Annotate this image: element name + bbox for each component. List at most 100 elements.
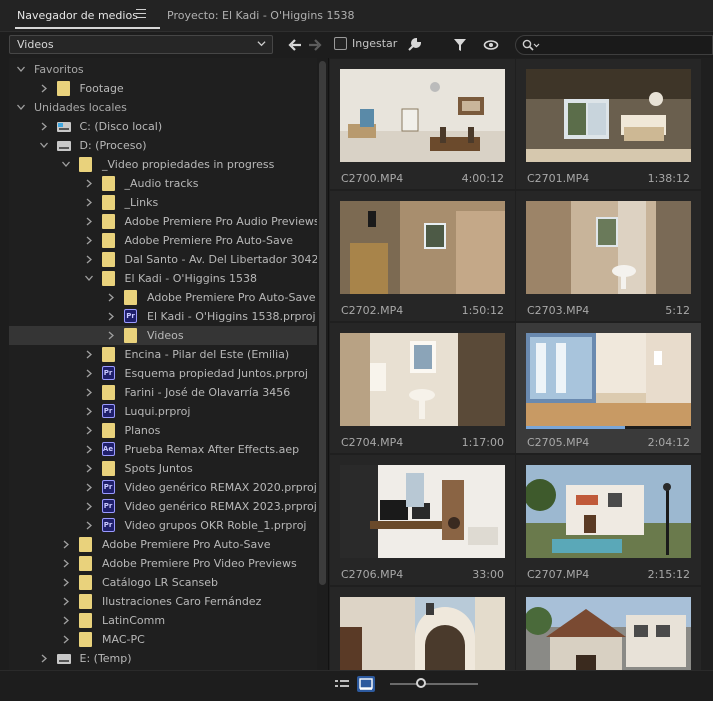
- clip-thumbnail-card[interactable]: C2707.MP4 2:15:12: [516, 455, 701, 585]
- chevron-right-icon[interactable]: [62, 597, 70, 606]
- chevron-right-icon[interactable]: [85, 426, 93, 435]
- tree-item[interactable]: Spots Juntos: [9, 459, 317, 478]
- tree-item[interactable]: MAC-PC: [9, 630, 317, 649]
- forward-arrow-icon[interactable]: [307, 37, 323, 53]
- clip-thumbnail-image: [526, 69, 691, 162]
- tree-item[interactable]: _Audio tracks: [9, 174, 317, 193]
- zoom-slider-track[interactable]: [390, 683, 478, 685]
- tree-item[interactable]: Videos: [9, 326, 317, 345]
- tree-item-label: Encina - Pilar del Este (Emilia): [124, 348, 290, 361]
- tree-item[interactable]: Planos: [9, 421, 317, 440]
- tree-scrollbar[interactable]: [317, 58, 328, 670]
- tree-item[interactable]: Ae Prueba Remax After Effects.aep: [9, 440, 317, 459]
- tree-item[interactable]: Adobe Premiere Pro Auto-Save: [9, 535, 317, 554]
- chevron-right-icon[interactable]: [85, 369, 93, 378]
- tree-item[interactable]: LatinComm: [9, 611, 317, 630]
- chevron-right-icon[interactable]: [62, 540, 70, 549]
- tree-item[interactable]: Catálogo LR Scanseb: [9, 573, 317, 592]
- chevron-right-icon[interactable]: [85, 217, 93, 226]
- tree-item[interactable]: Unidades locales: [9, 98, 317, 117]
- tree-item[interactable]: Pr Video grupos OKR Roble_1.prproj: [9, 516, 317, 535]
- search-input[interactable]: [546, 38, 706, 52]
- tree-item[interactable]: Pr Esquema propiedad Juntos.prproj: [9, 364, 317, 383]
- tree-item[interactable]: Ilustraciones Caro Fernández: [9, 592, 317, 611]
- tree-item[interactable]: Pr Video genérico REMAX 2023.prproj: [9, 497, 317, 516]
- tree-item[interactable]: Adobe Premiere Pro Auto-Save: [9, 231, 317, 250]
- chevron-right-icon[interactable]: [85, 521, 93, 530]
- chevron-right-icon[interactable]: [40, 122, 48, 131]
- chevron-right-icon[interactable]: [85, 179, 93, 188]
- tree-item[interactable]: D: (Proceso): [9, 136, 317, 155]
- clip-thumbnail-card[interactable]: C2705.MP4 2:04:12: [516, 323, 701, 453]
- list-view-icon[interactable]: [333, 676, 351, 692]
- folder-icon: [101, 423, 116, 438]
- clip-thumbnail-card[interactable]: C2700.MP4 4:00:12: [330, 59, 515, 189]
- tree-item[interactable]: _Links: [9, 193, 317, 212]
- clip-thumbnail-card[interactable]: C2706.MP4 33:00: [330, 455, 515, 585]
- tree-item[interactable]: E: (Temp): [9, 649, 317, 668]
- chevron-right-icon[interactable]: [85, 502, 93, 511]
- clip-thumbnail-card[interactable]: [516, 587, 701, 670]
- search-field[interactable]: [515, 35, 713, 55]
- chevron-right-icon[interactable]: [40, 84, 48, 93]
- chevron-right-icon[interactable]: [85, 464, 93, 473]
- chevron-right-icon[interactable]: [85, 255, 93, 264]
- tree-item[interactable]: Favoritos: [9, 60, 317, 79]
- tree-item[interactable]: Pr Video genérico REMAX 2020.prproj: [9, 478, 317, 497]
- chevron-down-icon[interactable]: [84, 274, 93, 283]
- chevron-right-icon[interactable]: [107, 312, 115, 321]
- tab-media-browser[interactable]: Navegador de medios: [15, 9, 160, 29]
- tree-item[interactable]: Footage: [9, 79, 317, 98]
- chevron-down-icon[interactable]: [62, 160, 70, 169]
- chevron-right-icon[interactable]: [107, 293, 115, 302]
- chevron-right-icon[interactable]: [62, 616, 70, 625]
- chevron-right-icon[interactable]: [62, 559, 70, 568]
- clip-thumbnail-card[interactable]: C2703.MP4 5:12: [516, 191, 701, 321]
- clip-thumbnail-card[interactable]: C2702.MP4 1:50:12: [330, 191, 515, 321]
- chevron-right-icon[interactable]: [85, 407, 93, 416]
- chevron-right-icon[interactable]: [107, 331, 115, 340]
- chevron-right-icon[interactable]: [85, 350, 93, 359]
- chevron-right-icon[interactable]: [40, 654, 48, 663]
- filter-icon[interactable]: [452, 37, 468, 53]
- clip-duration: 2:04:12: [647, 436, 690, 449]
- wrench-icon[interactable]: [406, 37, 422, 53]
- icon-view-icon[interactable]: [357, 676, 375, 692]
- clip-thumbnail-card[interactable]: C2704.MP4 1:17:00: [330, 323, 515, 453]
- tree-scrollbar-thumb[interactable]: [319, 61, 326, 585]
- back-arrow-icon[interactable]: [287, 37, 303, 53]
- tree-item[interactable]: Farini - José de Olavarría 3456: [9, 383, 317, 402]
- chevron-right-icon[interactable]: [85, 236, 93, 245]
- chevron-down-icon[interactable]: [39, 141, 48, 150]
- tree-item[interactable]: Pr Luqui.prproj: [9, 402, 317, 421]
- tree-item[interactable]: Adobe Premiere Pro Auto-Save: [9, 288, 317, 307]
- tree-item[interactable]: Dal Santo - Av. Del Libertador 3042: [9, 250, 317, 269]
- tree-item[interactable]: Encina - Pilar del Este (Emilia): [9, 345, 317, 364]
- panel-menu-icon[interactable]: [136, 9, 146, 18]
- chevron-right-icon[interactable]: [85, 445, 93, 454]
- chevron-right-icon[interactable]: [62, 578, 70, 587]
- tab-project[interactable]: Proyecto: El Kadi - O'Higgins 1538: [167, 9, 355, 22]
- tree-item[interactable]: C: (Disco local): [9, 117, 317, 136]
- chevron-right-icon[interactable]: [85, 388, 93, 397]
- tree-item[interactable]: Adobe Premiere Pro Video Previews: [9, 554, 317, 573]
- chevron-right-icon[interactable]: [85, 198, 93, 207]
- view-type-select[interactable]: Videos: [9, 35, 273, 54]
- tree-item[interactable]: Pr El Kadi - O'Higgins 1538.prproj: [9, 307, 317, 326]
- chevron-right-icon[interactable]: [85, 483, 93, 492]
- clip-name: C2706.MP4: [341, 568, 404, 581]
- clip-playhead-progress[interactable]: [526, 426, 691, 429]
- chevron-down-icon[interactable]: [17, 65, 25, 74]
- chevron-right-icon[interactable]: [62, 635, 70, 644]
- ingest-checkbox[interactable]: [334, 37, 347, 50]
- zoom-slider-knob[interactable]: [415, 678, 426, 688]
- chevron-down-icon[interactable]: [17, 103, 25, 112]
- tree-item[interactable]: _Video propiedades in progress: [9, 155, 317, 174]
- tree-item[interactable]: Adobe Premiere Pro Audio Previews: [9, 212, 317, 231]
- clip-thumbnail-card[interactable]: C2701.MP4 1:38:12: [516, 59, 701, 189]
- tree-item[interactable]: El Kadi - O'Higgins 1538: [9, 269, 317, 288]
- clip-thumbnail-card[interactable]: [330, 587, 515, 670]
- eye-icon[interactable]: [483, 37, 499, 53]
- drive-icon: [56, 119, 71, 134]
- folder-icon: [124, 290, 138, 305]
